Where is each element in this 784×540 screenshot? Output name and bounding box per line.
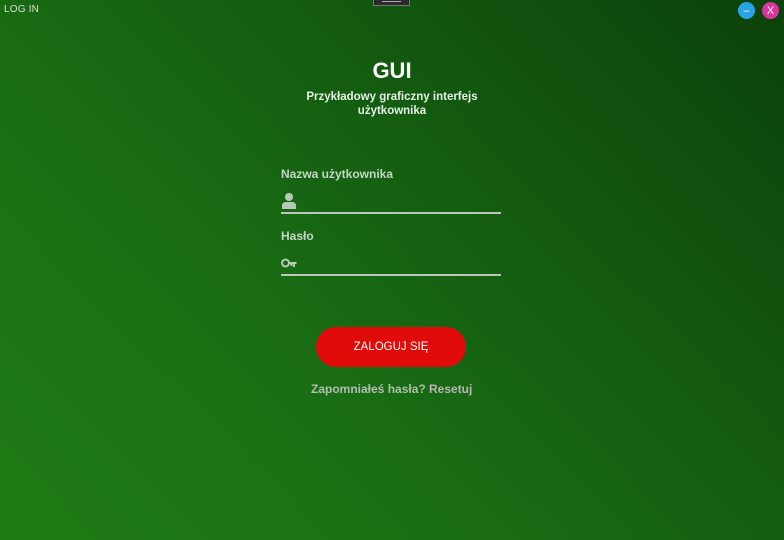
username-field[interactable] bbox=[281, 190, 501, 214]
password-field[interactable] bbox=[281, 252, 501, 276]
password-input[interactable] bbox=[301, 252, 499, 272]
drag-handle-line bbox=[382, 1, 401, 2]
close-button[interactable]: X bbox=[762, 2, 779, 19]
app-title: GUI bbox=[372, 58, 412, 83]
password-label: Hasło bbox=[281, 229, 314, 243]
forgot-password-text: Zapomniałeś hasła? bbox=[311, 382, 426, 396]
app-subtitle: Przykładowy graficzny interfejs użytkown… bbox=[306, 91, 478, 117]
drag-handle[interactable] bbox=[373, 0, 410, 6]
reset-link[interactable]: Resetuj bbox=[429, 382, 472, 396]
username-label: Nazwa użytkownika bbox=[281, 167, 394, 181]
user-icon bbox=[282, 193, 296, 209]
minimize-button[interactable]: – bbox=[738, 2, 755, 19]
window-title: LOG IN bbox=[4, 4, 40, 15]
key-icon bbox=[281, 258, 297, 268]
login-button[interactable]: ZALOGUJ SIĘ bbox=[316, 327, 466, 367]
username-input[interactable] bbox=[301, 190, 499, 210]
